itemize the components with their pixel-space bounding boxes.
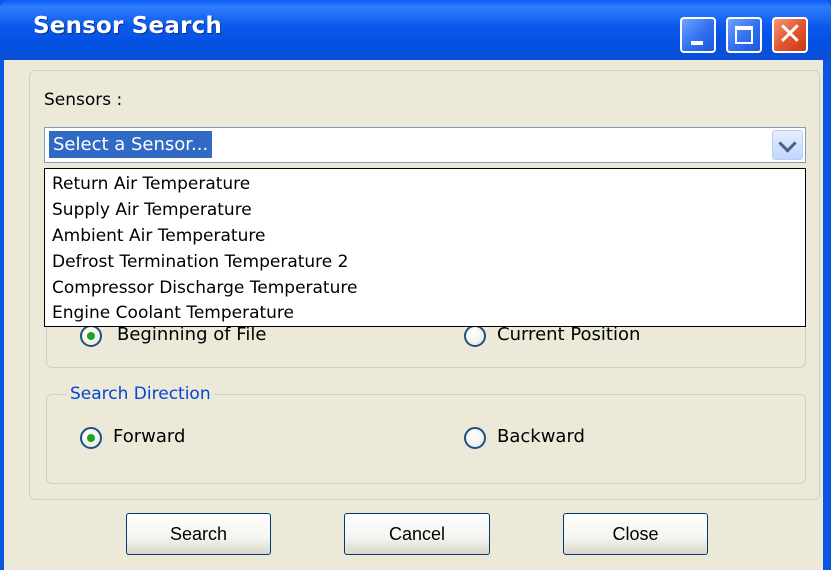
minimize-button[interactable] <box>680 17 716 53</box>
beginning-of-file-radio[interactable] <box>80 325 102 347</box>
radio-selected-dot <box>87 434 95 442</box>
minimize-icon <box>691 41 703 45</box>
sensor-option[interactable]: Ambient Air Temperature <box>52 225 265 247</box>
close-icon: ✕ <box>777 17 803 52</box>
sensor-option[interactable]: Defrost Termination Temperature 2 <box>52 251 348 273</box>
search-direction-legend: Search Direction <box>66 383 215 405</box>
sensor-dropdown-list: Return Air Temperature Supply Air Temper… <box>44 168 806 327</box>
radio-selected-dot <box>87 332 95 340</box>
title-bar[interactable]: Sensor Search ✕ <box>0 0 831 60</box>
backward-label[interactable]: Backward <box>497 426 585 448</box>
sensors-label: Sensors : <box>44 90 123 110</box>
forward-label[interactable]: Forward <box>113 426 185 448</box>
close-window-button[interactable]: ✕ <box>772 17 808 53</box>
sensor-dropdown-button[interactable] <box>772 130 803 160</box>
sensor-option[interactable]: Supply Air Temperature <box>52 199 252 221</box>
maximize-icon <box>735 26 753 44</box>
sensor-option[interactable]: Compressor Discharge Temperature <box>52 277 357 299</box>
chevron-down-icon <box>778 134 797 153</box>
sensor-select-value: Select a Sensor... <box>49 131 213 158</box>
sensor-option[interactable]: Return Air Temperature <box>52 173 250 195</box>
search-button[interactable]: Search <box>126 513 271 555</box>
current-position-label[interactable]: Current Position <box>497 324 640 346</box>
close-button[interactable]: Close <box>563 513 708 555</box>
cancel-button[interactable]: Cancel <box>344 513 490 555</box>
current-position-radio[interactable] <box>464 325 486 347</box>
window-title: Sensor Search <box>33 13 223 39</box>
forward-radio[interactable] <box>80 427 102 449</box>
backward-radio[interactable] <box>464 427 486 449</box>
beginning-of-file-label[interactable]: Beginning of File <box>117 324 266 346</box>
sensor-option[interactable]: Engine Coolant Temperature <box>52 302 294 324</box>
maximize-button[interactable] <box>726 17 762 53</box>
sensor-select[interactable]: Select a Sensor... <box>44 127 806 163</box>
sensor-search-window: Sensor Search ✕ Sensors : Select a Senso… <box>0 0 831 570</box>
